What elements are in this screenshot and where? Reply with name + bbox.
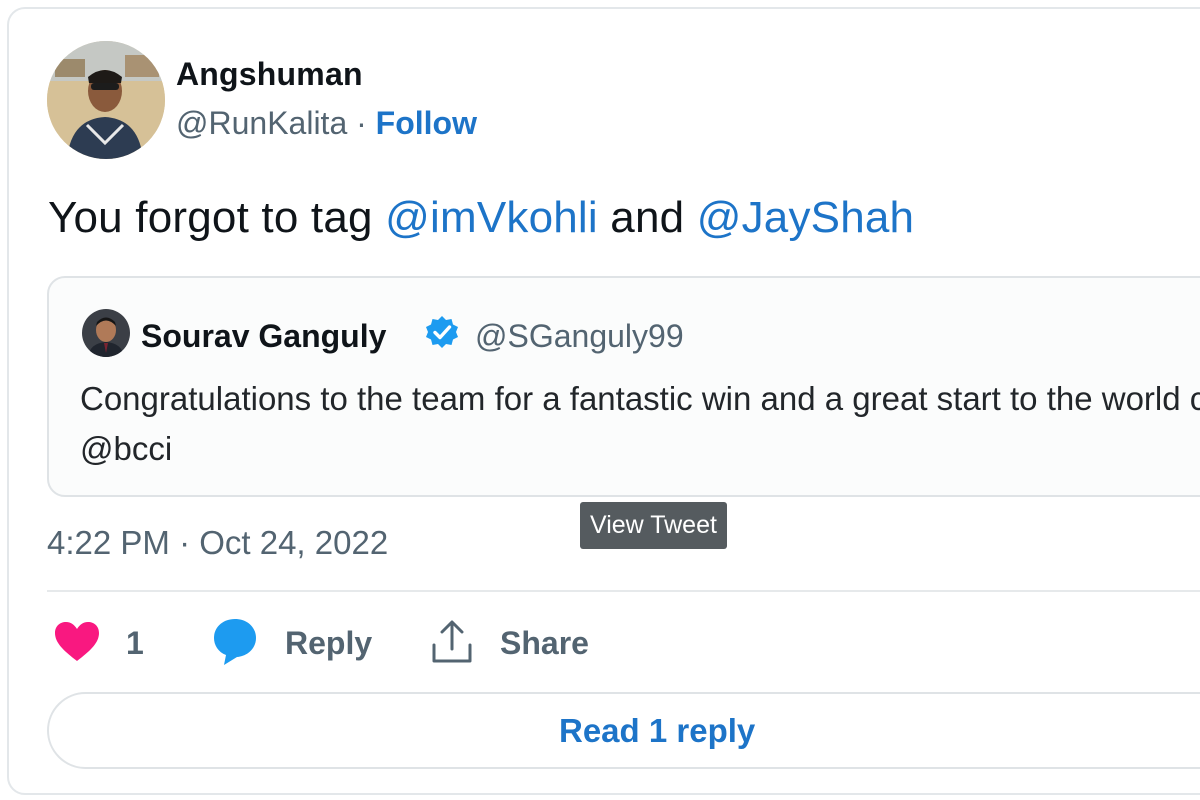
quoted-author-handle: @SGanguly99 [475,318,684,354]
reply-label: Reply [285,625,373,661]
author-handle-line: @RunKalita · Follow [176,105,477,142]
read-replies-label: Read 1 reply [559,712,756,749]
share-label: Share [500,625,589,661]
tweet-text-part: and [597,193,697,242]
quoted-author-name: Sourav Ganguly [141,318,387,354]
mention-link[interactable]: @imVkohli [385,193,598,242]
author-avatar[interactable] [47,41,165,159]
quoted-avatar-photo [82,309,130,357]
read-replies-button[interactable]: Read 1 reply [47,692,1200,769]
author-handle[interactable]: @RunKalita [176,105,347,141]
view-tweet-tooltip: View Tweet [580,502,727,549]
quoted-tweet[interactable]: Sourav Ganguly @SGanguly99 Congratulatio… [47,276,1200,497]
heart-icon[interactable] [54,621,100,663]
handle-separator: · [347,105,376,141]
share-upload-icon [430,619,474,665]
verified-badge-icon [424,314,460,350]
tweet-timestamp[interactable]: 4:22 PM · Oct 24, 2022 [47,524,388,562]
mention-link[interactable]: @JayShah [697,193,915,242]
avatar-photo [47,41,165,159]
like-count: 1 [126,625,144,661]
tweet-text-part: You forgot to tag [48,193,386,242]
action-bar: 1 Reply Share [0,615,1200,675]
quoted-author-avatar [82,309,130,357]
follow-button[interactable]: Follow [376,105,477,141]
tweet-text: You forgot to tag @imVkohli and @JayShah [48,193,914,243]
quoted-tweet-text: Congratulations to the team for a fantas… [80,380,1200,467]
author-name[interactable]: Angshuman [176,56,363,93]
divider [47,590,1200,592]
speech-bubble-icon [212,617,258,667]
